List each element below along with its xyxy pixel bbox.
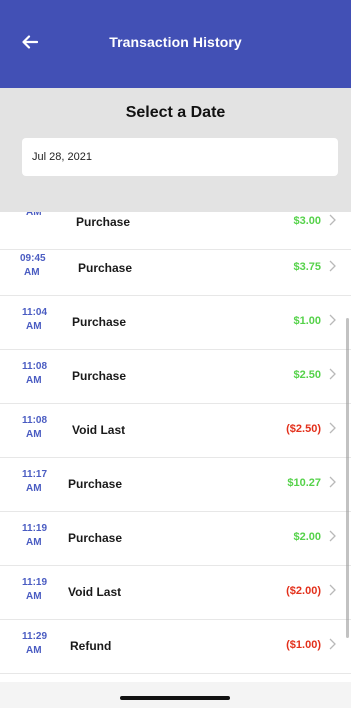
bottom-bar xyxy=(0,682,351,708)
transaction-time: 11:08 AM xyxy=(22,360,62,388)
transaction-row[interactable]: 11:04 AM Purchase $1.00 xyxy=(0,296,351,350)
date-heading: Select a Date xyxy=(125,104,226,121)
chevron-right-icon xyxy=(329,260,336,272)
chevron-right-icon xyxy=(329,638,336,650)
transaction-time: 11:29 AM xyxy=(22,630,62,658)
transaction-time-ampm: AM xyxy=(26,375,42,386)
transaction-time-hm: 11:29 xyxy=(22,631,48,642)
transaction-time: 11:19 AM xyxy=(22,576,62,604)
transaction-time-ampm: AM xyxy=(26,212,42,218)
transaction-time: 11:08 AM xyxy=(22,414,62,442)
date-field[interactable]: Jul 28, 2021 xyxy=(22,138,338,176)
transaction-row[interactable]: 11:08 AM Purchase $2.50 xyxy=(0,350,351,404)
transaction-row[interactable]: 11:29 AM Refund ($1.00) xyxy=(0,620,351,674)
transaction-list[interactable]: AM Purchase $3.00 09:45 AM Purchase $3.75 11:04… xyxy=(0,212,351,682)
transaction-amount: $10.27 xyxy=(287,477,321,489)
transaction-type: Purchase xyxy=(68,531,123,545)
chevron-right-icon xyxy=(329,368,336,380)
transaction-time: AM xyxy=(22,212,62,220)
transaction-time-hm: 11:08 xyxy=(22,415,48,426)
transaction-time-hm: 11:19 xyxy=(22,577,48,588)
transaction-time-ampm: AM xyxy=(26,483,42,494)
transaction-time-ampm: AM xyxy=(24,267,40,278)
transaction-row[interactable]: 09:45 AM Purchase $3.75 xyxy=(0,242,351,296)
transaction-time-hm: 11:04 xyxy=(22,307,48,318)
transaction-time: 09:45 AM xyxy=(20,252,60,280)
transaction-type: Void Last xyxy=(68,585,122,599)
transaction-type: Purchase xyxy=(72,315,127,329)
transaction-time: 11:04 AM xyxy=(22,306,62,334)
transaction-type: Purchase xyxy=(76,215,131,229)
transaction-type: Refund xyxy=(70,639,112,653)
transaction-amount: $3.00 xyxy=(293,215,321,227)
transaction-type: Void Last xyxy=(72,423,126,437)
chevron-right-icon xyxy=(329,584,336,596)
chevron-right-icon xyxy=(329,214,336,226)
chevron-right-icon xyxy=(329,314,336,326)
transaction-time-hm: 09:45 xyxy=(20,253,46,264)
transaction-type: Purchase xyxy=(72,369,127,383)
transaction-time-ampm: AM xyxy=(26,537,42,548)
page-title: Transaction History xyxy=(109,34,242,50)
transaction-time-ampm: AM xyxy=(26,645,42,656)
chevron-right-icon xyxy=(329,530,336,542)
transaction-row[interactable]: 11:08 AM Void Last ($2.50) xyxy=(0,404,351,458)
transaction-time-ampm: AM xyxy=(26,429,42,440)
transaction-amount: ($1.00) xyxy=(286,639,321,651)
transaction-time-ampm: AM xyxy=(26,321,42,332)
transaction-type: Purchase xyxy=(68,477,123,491)
transaction-row[interactable]: 11:19 AM Purchase $2.00 xyxy=(0,512,351,566)
transaction-time: 11:19 AM xyxy=(22,522,62,550)
date-selector-panel: Select a Date Jul 28, 2021 xyxy=(0,88,351,212)
app-header: Transaction History xyxy=(0,0,351,88)
date-value: Jul 28, 2021 xyxy=(32,151,92,163)
transaction-amount: $2.00 xyxy=(293,531,321,543)
transaction-amount: $3.75 xyxy=(293,261,321,273)
transaction-amount: $2.50 xyxy=(293,369,321,381)
transaction-amount: ($2.50) xyxy=(286,423,321,435)
transaction-amount: ($2.00) xyxy=(286,585,321,597)
transaction-time: 11:17 AM xyxy=(22,468,62,496)
transaction-amount: $1.00 xyxy=(293,315,321,327)
transaction-row[interactable]: 11:19 AM Void Last ($2.00) xyxy=(0,566,351,620)
scrollbar[interactable] xyxy=(346,318,349,638)
transaction-time-hm: 11:17 xyxy=(22,469,48,480)
transaction-time-hm: 11:19 xyxy=(22,523,48,534)
home-indicator xyxy=(120,696,230,700)
chevron-right-icon xyxy=(329,422,336,434)
transaction-time-hm: 11:08 xyxy=(22,361,48,372)
chevron-right-icon xyxy=(329,476,336,488)
transaction-time-ampm: AM xyxy=(26,591,42,602)
transaction-type: Purchase xyxy=(78,261,133,275)
transaction-row[interactable]: 11:17 AM Purchase $10.27 xyxy=(0,458,351,512)
